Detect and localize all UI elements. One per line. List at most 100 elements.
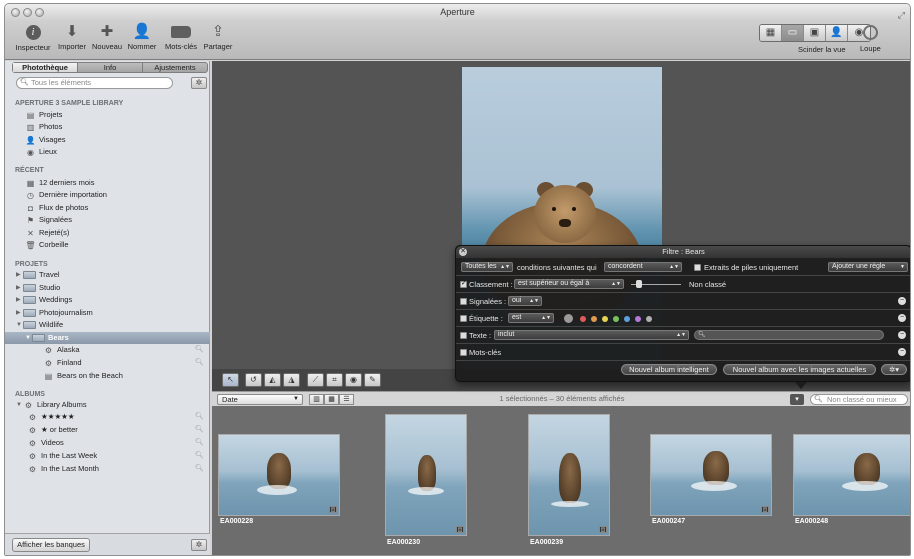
rating-checkbox[interactable]	[460, 279, 467, 288]
rating-slider-thumb[interactable]	[636, 280, 642, 288]
viewer-view-icon[interactable]: ▣	[804, 25, 826, 41]
crop-tool-icon[interactable]: ⌗	[326, 373, 343, 387]
library-action-gear-button[interactable]: ✲	[191, 77, 207, 89]
tab-library[interactable]: Photothèque	[13, 63, 78, 72]
sidebar-item-finland[interactable]: ⚙ Finland 🔍︎	[43, 357, 208, 369]
remove-rule-icon[interactable]: −	[898, 348, 906, 356]
faces-view-icon[interactable]: 👤	[826, 25, 848, 41]
keywords-checkbox[interactable]	[460, 349, 467, 356]
text-checkbox[interactable]	[460, 332, 467, 339]
stack-picks-checkbox[interactable]	[694, 264, 701, 271]
sidebar-item-projects[interactable]: ▤ Projets	[25, 109, 63, 121]
flagged-value-select[interactable]: oui ▲▼	[508, 296, 542, 306]
sidebar-item-studio[interactable]: ▶ Studio	[16, 282, 60, 294]
remove-rule-icon[interactable]: −	[898, 314, 906, 322]
text-operator-select[interactable]: inclut ▲▼	[494, 330, 689, 340]
sidebar-item-library-albums[interactable]: ▼ ⚙ Library Albums	[16, 399, 87, 411]
disclosure-triangle-icon[interactable]: ▼	[16, 399, 23, 411]
sidebar-item-photostream[interactable]: ◘ Flux de photos	[25, 202, 88, 214]
sidebar-item-videos[interactable]: ⚙ Videos 🔍︎	[27, 437, 208, 449]
lift-tool-icon[interactable]: ◭	[264, 373, 281, 387]
label-checkbox[interactable]	[460, 315, 467, 322]
thumbnail[interactable]: ◫	[385, 414, 467, 536]
label-operator-select[interactable]: est ▲▼	[508, 313, 554, 323]
new-smart-album-button[interactable]: Nouvel album intelligent	[621, 364, 717, 375]
disclosure-triangle-icon[interactable]: ▼	[25, 332, 32, 344]
filter-hud-button[interactable]: ▾	[790, 394, 804, 405]
zoom-window-icon[interactable]	[35, 8, 44, 17]
color-label-swatch[interactable]	[613, 316, 619, 322]
sidebar-item-weddings[interactable]: ▶ Weddings	[16, 294, 72, 306]
disclosure-triangle-icon[interactable]: ▶	[16, 269, 23, 281]
loupe-button[interactable]: Loupe	[860, 24, 881, 53]
sidebar-item-rejected[interactable]: ✕ Rejeté(s)	[25, 227, 69, 239]
stamp-tool-icon[interactable]: ◮	[283, 373, 300, 387]
color-label-swatch[interactable]	[646, 316, 652, 322]
sidebar-item-photojournalism[interactable]: ▶ Photojournalism	[16, 307, 93, 319]
disclosure-triangle-icon[interactable]: ▼	[16, 319, 23, 331]
import-button[interactable]: ⬇ Importer	[54, 23, 90, 51]
color-label-swatch[interactable]	[580, 316, 586, 322]
color-label-swatch[interactable]	[635, 316, 641, 322]
remove-rule-icon[interactable]: −	[898, 297, 906, 305]
brush-tool-icon[interactable]: ✎	[364, 373, 381, 387]
hud-gear-button[interactable]: ✲▾	[881, 364, 907, 375]
thumbnail[interactable]: ◫	[218, 434, 340, 516]
tab-adjustments[interactable]: Ajustements	[143, 63, 207, 72]
sidebar-item-flagged[interactable]: ⚑ Signalées	[25, 214, 72, 226]
sidebar-item-bears[interactable]: ▼ Bears	[5, 332, 210, 344]
color-label-swatch[interactable]	[564, 314, 573, 323]
sidebar-item-wildlife[interactable]: ▼ Wildlife	[16, 319, 63, 331]
sidebar-item-places[interactable]: ◉ Lieux	[25, 146, 57, 158]
thumbnail[interactable]	[793, 434, 910, 516]
disclosure-triangle-icon[interactable]: ▶	[16, 282, 23, 294]
rotate-tool-icon[interactable]: ↺	[245, 373, 262, 387]
tab-info[interactable]: Info	[78, 63, 143, 72]
match-mode-select[interactable]: concordent ▲▼	[604, 262, 682, 272]
browser-filter-input[interactable]: 🔍︎ Non classé ou mieux	[810, 394, 908, 405]
select-tool-icon[interactable]: ↖	[222, 373, 239, 387]
add-rule-select[interactable]: Ajouter une règle ▼	[828, 262, 908, 272]
chevron-updown-icon: ▲▼	[500, 264, 510, 270]
inspector-button[interactable]: i Inspecteur	[13, 23, 53, 52]
remove-rule-icon[interactable]: −	[898, 331, 906, 339]
sidebar-item-bears-on-the-beach[interactable]: ▤ Bears on the Beach	[43, 370, 123, 382]
match-all-select[interactable]: Toutes les ▲▼	[461, 262, 513, 272]
show-vaults-button[interactable]: Afficher les banques	[12, 538, 90, 552]
straighten-tool-icon[interactable]: ⟋	[307, 373, 324, 387]
sidebar-item-last-week[interactable]: ⚙ In the Last Week 🔍︎	[27, 450, 208, 462]
sidebar-item-last-month[interactable]: ⚙ In the Last Month 🔍︎	[27, 463, 208, 475]
thumbnail[interactable]: ◫	[528, 414, 610, 536]
color-label-swatch[interactable]	[624, 316, 630, 322]
keywords-button[interactable]: Mots-clés	[160, 23, 202, 51]
share-button[interactable]: ⇪ Partager	[203, 23, 233, 51]
disclosure-triangle-icon[interactable]: ▶	[16, 294, 23, 306]
new-button[interactable]: ✚ Nouveau	[91, 23, 123, 51]
sidebar-item-trash[interactable]: 🗑︎ Corbeille	[25, 239, 68, 251]
library-search-input[interactable]: 🔍︎ Tous les éléments	[16, 77, 173, 89]
grid-view-icon[interactable]: ▦	[760, 25, 782, 41]
color-label-swatch[interactable]	[602, 316, 608, 322]
text-search-input[interactable]: 🔍︎	[694, 330, 884, 340]
sidebar-item-last-12-months[interactable]: ▦ 12 derniers mois	[25, 177, 95, 189]
flagged-checkbox[interactable]	[460, 298, 467, 305]
sidebar-item-last-import[interactable]: ◷ Dernière importation	[25, 189, 107, 201]
sidebar-item-photos[interactable]: ▥ Photos	[25, 121, 63, 133]
close-icon[interactable]: ✕	[459, 248, 467, 256]
rating-operator-select[interactable]: est supérieur ou égal à ▲▼	[514, 279, 624, 289]
sidebar-item-five-stars[interactable]: ⚙ ★★★★★ 🔍︎	[27, 411, 208, 423]
disclosure-triangle-icon[interactable]: ▶	[16, 307, 23, 319]
sidebar-item-faces[interactable]: 👤 Visages	[25, 134, 66, 146]
name-faces-button[interactable]: 👤 Nommer	[125, 23, 159, 51]
color-label-swatch[interactable]	[591, 316, 597, 322]
sidebar-item-travel[interactable]: ▶ Travel	[16, 269, 60, 281]
close-window-icon[interactable]	[11, 8, 20, 17]
split-view-icon[interactable]: ▭	[782, 25, 804, 41]
redeye-tool-icon[interactable]: ◉	[345, 373, 362, 387]
sidebar-item-one-star-or-better[interactable]: ⚙ ★ or better 🔍︎	[27, 424, 208, 436]
sidebar-item-alaska[interactable]: ⚙ Alaska 🔍︎	[43, 344, 208, 356]
sidebar-footer-gear-button[interactable]: ✲	[191, 539, 207, 551]
thumbnail[interactable]: ◫	[650, 434, 772, 516]
minimize-window-icon[interactable]	[23, 8, 32, 17]
new-album-current-images-button[interactable]: Nouvel album avec les images actuelles	[723, 364, 876, 375]
